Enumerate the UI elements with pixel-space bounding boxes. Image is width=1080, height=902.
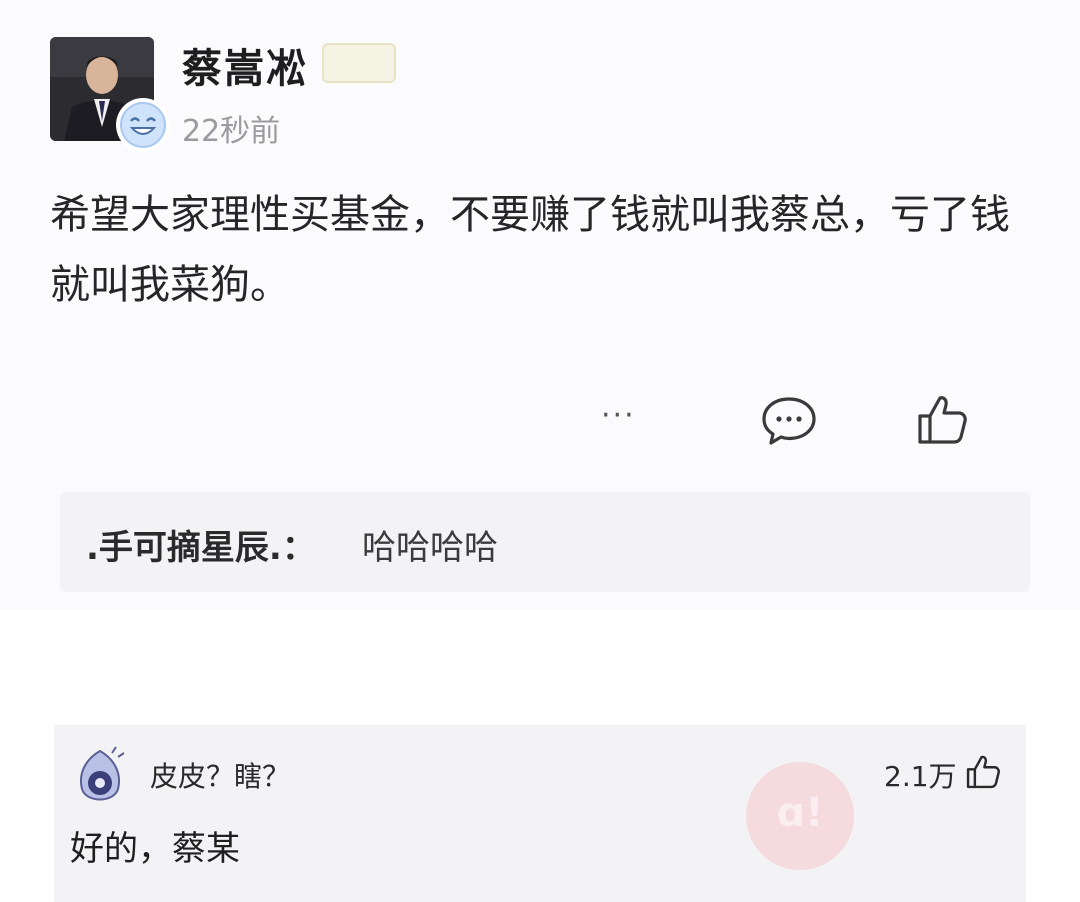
comment-text: 好的，蔡某 — [70, 829, 240, 869]
reply-preview[interactable]: .手可摘星辰.： 哈哈哈哈 — [60, 492, 1030, 592]
comment-like-button[interactable] — [964, 753, 1002, 795]
reply-author[interactable]: .手可摘星辰.： — [86, 520, 316, 569]
comment-card: 皮皮？瞎？ 2.1万 好的，蔡某 — [54, 725, 1026, 902]
like-button[interactable] — [914, 392, 970, 452]
comment-button[interactable] — [760, 395, 818, 451]
more-options-button[interactable]: ··· — [601, 398, 636, 433]
watermark-stamp-icon: ɑ! — [746, 762, 854, 870]
reply-text: 哈哈哈哈 — [362, 528, 498, 568]
comment-bubble-icon — [762, 397, 816, 445]
thumbs-up-icon — [966, 755, 1000, 789]
comment-like-count: 2.1万 — [884, 760, 957, 793]
section-divider — [0, 610, 1080, 720]
post-card: 蔡嵩凇 22秒前 希望大家理性买基金，不要赚了钱就叫我蔡总，亏了钱就叫我菜狗。 … — [0, 0, 1080, 610]
post-timestamp: 22秒前 — [182, 114, 281, 149]
commenter-avatar[interactable] — [72, 745, 128, 809]
author-tag-badge — [322, 43, 396, 83]
emoji-badge-icon — [118, 100, 168, 150]
post-content: 希望大家理性买基金，不要赚了钱就叫我蔡总，亏了钱就叫我菜狗。 — [50, 192, 1010, 308]
author-name[interactable]: 蔡嵩凇 — [182, 36, 308, 94]
commenter-name[interactable]: 皮皮？瞎？ — [150, 755, 290, 795]
thumbs-up-icon — [918, 396, 967, 444]
